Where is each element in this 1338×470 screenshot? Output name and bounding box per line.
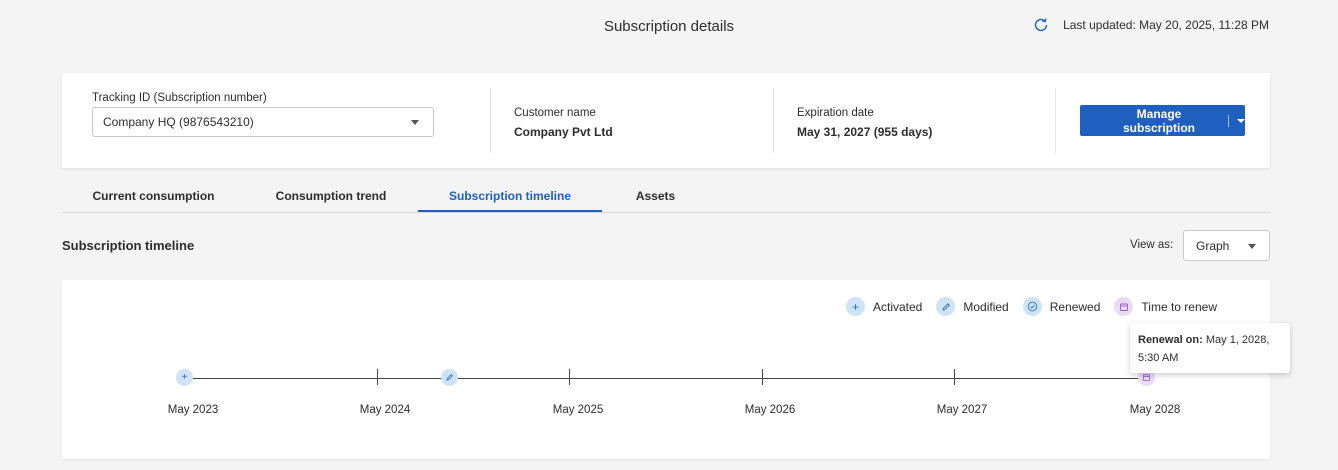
pencil-icon xyxy=(936,297,956,316)
renewal-tooltip: Renewal on: May 1, 2028, 5:30 AM xyxy=(1130,323,1290,373)
chevron-down-icon xyxy=(1248,244,1256,249)
refresh-icon[interactable] xyxy=(1033,17,1049,33)
section-title: Subscription timeline xyxy=(62,238,195,253)
divider xyxy=(490,88,491,153)
tracking-id-label: Tracking ID (Subscription number) xyxy=(92,92,267,104)
last-updated: Last updated: May 20, 2025, 11:28 PM xyxy=(1033,17,1269,33)
legend-label: Renewed xyxy=(1049,299,1101,314)
subscription-info-card: Tracking ID (Subscription number) Compan… xyxy=(62,73,1270,168)
view-as-label: View as: xyxy=(1130,239,1174,251)
legend-item-activated: + Activated xyxy=(845,297,923,316)
last-updated-text: Last updated: May 20, 2025, 11:28 PM xyxy=(1063,18,1269,32)
tab-subscription-timeline[interactable]: Subscription timeline xyxy=(418,180,602,212)
tick-label: May 2026 xyxy=(744,404,796,416)
axis-tick xyxy=(377,369,378,385)
view-as-select[interactable]: Graph xyxy=(1183,230,1270,261)
timeline-card: + Activated Modified Renewed Time to ren… xyxy=(62,280,1290,459)
tick-label: May 2025 xyxy=(552,404,604,416)
manage-subscription-button[interactable]: Manage subscription xyxy=(1080,105,1245,136)
tab-assets[interactable]: Assets xyxy=(607,180,704,212)
view-as-value: Graph xyxy=(1196,239,1230,253)
modified-marker[interactable] xyxy=(441,369,458,386)
customer-name-label: Customer name xyxy=(514,107,596,119)
legend: + Activated Modified Renewed Time to ren… xyxy=(845,297,1217,316)
check-circle-icon xyxy=(1022,297,1042,316)
divider xyxy=(1055,88,1056,153)
tracking-id-value: Company HQ (9876543210) xyxy=(103,115,254,129)
customer-name-value: Company Pvt Ltd xyxy=(514,125,613,139)
legend-item-modified: Modified xyxy=(936,297,1009,316)
tick-label: May 2028 xyxy=(1129,404,1181,416)
activated-marker[interactable]: + xyxy=(176,369,193,386)
legend-label: Modified xyxy=(963,299,1009,314)
axis-tick xyxy=(954,369,955,385)
button-separator xyxy=(1228,114,1229,127)
divider xyxy=(773,88,774,153)
axis-tick xyxy=(569,369,570,385)
tick-label: May 2023 xyxy=(167,404,219,416)
manage-subscription-label: Manage subscription xyxy=(1122,106,1195,135)
tooltip-label: Renewal on: xyxy=(1138,334,1203,346)
tracking-id-select[interactable]: Company HQ (9876543210) xyxy=(92,107,434,137)
chevron-down-icon xyxy=(411,120,419,125)
plus-icon: + xyxy=(845,297,865,316)
legend-item-time-to-renew: Time to renew xyxy=(1114,297,1217,316)
expiration-date-label: Expiration date xyxy=(797,107,874,119)
tab-bar: Current consumption Consumption trend Su… xyxy=(62,180,1270,213)
axis-tick xyxy=(762,369,763,385)
chevron-down-icon[interactable] xyxy=(1237,118,1245,123)
timeline-axis xyxy=(184,378,1144,379)
legend-item-renewed: Renewed xyxy=(1022,297,1101,316)
tick-label: May 2027 xyxy=(936,404,988,416)
tab-current-consumption[interactable]: Current consumption xyxy=(62,180,245,212)
tab-consumption-trend[interactable]: Consumption trend xyxy=(245,180,417,212)
expiration-date-value: May 31, 2027 (955 days) xyxy=(797,125,933,139)
tick-label: May 2024 xyxy=(359,404,411,416)
legend-label: Time to renew xyxy=(1141,299,1217,314)
calendar-icon xyxy=(1114,297,1134,316)
legend-label: Activated xyxy=(872,299,923,314)
